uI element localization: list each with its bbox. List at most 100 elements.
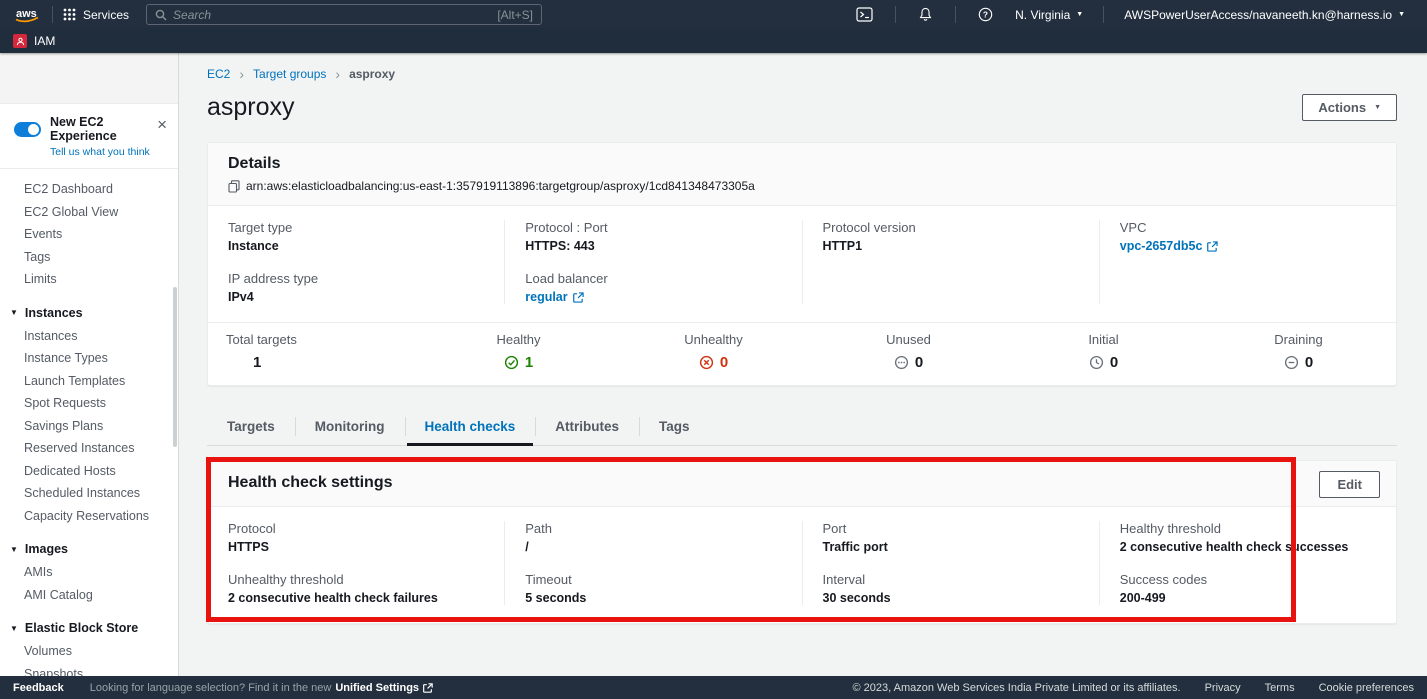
unified-settings-link[interactable]: Unified Settings (335, 682, 433, 694)
section-label: Instances (25, 306, 83, 320)
field-label: Target type (228, 220, 484, 235)
iam-shortcut-link[interactable]: IAM (34, 34, 55, 48)
cookie-preferences-link[interactable]: Cookie preferences (1319, 682, 1414, 694)
search-input[interactable] (173, 8, 491, 22)
sidebar-item[interactable]: Savings Plans (0, 415, 178, 438)
tell-us-link[interactable]: Tell us what you think (50, 146, 166, 158)
stat-unhealthy: Unhealthy 0 (616, 332, 811, 371)
sidebar-item[interactable]: EC2 Global View (0, 201, 178, 224)
tab-bar: Targets Monitoring Health checks Attribu… (207, 410, 1397, 446)
sidebar-spacer (0, 53, 178, 103)
minus-circle-icon (1284, 355, 1299, 370)
account-menu[interactable]: AWSPowerUserAccess/navaneeth.kn@harness.… (1114, 8, 1415, 22)
protocol-port-value: HTTPS: 443 (525, 239, 781, 253)
sidebar-item[interactable]: Instances (0, 325, 178, 348)
edit-button[interactable]: Edit (1319, 471, 1380, 498)
x-circle-icon (699, 355, 714, 370)
services-menu-button[interactable]: Services (63, 8, 129, 22)
feedback-button[interactable]: Feedback (13, 682, 64, 694)
details-grid: Target type Instance IP address type IPv… (208, 206, 1396, 322)
load-balancer-link[interactable]: regular (525, 290, 583, 304)
health-check-settings-card: Health check settings Edit Protocol HTTP… (207, 460, 1397, 624)
field-label: Unhealthy threshold (228, 572, 484, 587)
sidebar-item[interactable]: Instance Types (0, 347, 178, 370)
hc-path-value: / (525, 540, 781, 554)
services-label: Services (83, 8, 129, 22)
hc-healthy-threshold-value: 2 consecutive health check successes (1120, 540, 1376, 554)
breadcrumb-separator-icon: › (239, 67, 244, 81)
aws-console-page: aws Services [Alt+S] (0, 0, 1427, 699)
main-content: EC2 › Target groups › asproxy asproxy Ac… (179, 53, 1427, 676)
tab-attributes[interactable]: Attributes (535, 410, 639, 445)
hc-unhealthy-threshold-value: 2 consecutive health check failures (228, 591, 484, 605)
breadcrumb-target-groups[interactable]: Target groups (253, 67, 326, 81)
copyright-text: © 2023, Amazon Web Services India Privat… (853, 682, 1181, 694)
sidebar-item[interactable]: EC2 Dashboard (0, 178, 178, 201)
page-header: asproxy Actions ▼ (207, 93, 1397, 122)
tab-monitoring[interactable]: Monitoring (295, 410, 405, 445)
clock-icon (1089, 355, 1104, 370)
cloudshell-button[interactable] (844, 7, 885, 22)
field-label: Protocol version (823, 220, 1079, 235)
sidebar-item[interactable]: Scheduled Instances (0, 482, 178, 505)
help-button[interactable]: ? (966, 7, 1005, 22)
sidebar-item[interactable]: Spot Requests (0, 392, 178, 415)
new-experience-toggle[interactable] (14, 122, 41, 137)
sidebar-scrollbar[interactable] (173, 287, 177, 447)
external-link-icon (423, 683, 433, 693)
divider (895, 6, 896, 23)
sidebar-section-header[interactable]: ▼ Images (0, 537, 178, 561)
close-icon[interactable]: × (157, 116, 167, 133)
terms-link[interactable]: Terms (1265, 682, 1295, 694)
details-card: Details arn:aws:elasticloadbalancing:us-… (207, 142, 1397, 386)
region-selector[interactable]: N. Virginia ▼ (1005, 8, 1093, 22)
tab-targets[interactable]: Targets (207, 410, 295, 445)
sidebar-section-header[interactable]: ▼ Instances (0, 301, 178, 325)
sidebar-item[interactable]: Volumes (0, 640, 178, 663)
breadcrumb-current: asproxy (349, 67, 395, 81)
divider (52, 6, 53, 23)
svg-text:?: ? (983, 9, 988, 19)
section-label: Images (25, 542, 68, 556)
aws-logo[interactable]: aws (12, 5, 42, 24)
external-link-icon (1207, 241, 1218, 252)
sidebar-item[interactable]: Launch Templates (0, 370, 178, 393)
region-label: N. Virginia (1015, 8, 1070, 22)
sidebar-item[interactable]: Events (0, 223, 178, 246)
sidebar-item[interactable]: Reserved Instances (0, 437, 178, 460)
sidebar-section-header[interactable]: ▼ Elastic Block Store (0, 616, 178, 640)
sidebar-item[interactable]: Limits (0, 268, 178, 291)
sidebar-item[interactable]: Tags (0, 246, 178, 269)
vpc-link[interactable]: vpc-2657db5c (1120, 239, 1219, 253)
hc-success-codes-value: 200-499 (1120, 591, 1376, 605)
sidebar-section-images: ▼ Images AMIs AMI Catalog (0, 537, 178, 606)
privacy-link[interactable]: Privacy (1205, 682, 1241, 694)
search-shortcut-hint: [Alt+S] (497, 8, 533, 22)
global-search[interactable]: [Alt+S] (146, 4, 542, 25)
sidebar-item[interactable]: Snapshots (0, 663, 178, 677)
new-experience-label: New EC2 Experience (50, 115, 166, 143)
copy-icon[interactable] (228, 180, 240, 193)
stat-healthy: Healthy 1 (421, 332, 616, 371)
sidebar-item[interactable]: AMIs (0, 561, 178, 584)
actions-button[interactable]: Actions ▼ (1302, 94, 1397, 121)
iam-service-icon (13, 34, 27, 48)
ip-address-type-value: IPv4 (228, 290, 484, 304)
sidebar-section-ebs: ▼ Elastic Block Store Volumes Snapshots (0, 616, 178, 676)
grid-icon (63, 8, 76, 21)
details-card-header: Details arn:aws:elasticloadbalancing:us-… (208, 143, 1396, 206)
sidebar-item[interactable]: Capacity Reservations (0, 505, 178, 528)
field-label: Success codes (1120, 572, 1376, 587)
notifications-bell-button[interactable] (906, 7, 945, 22)
field-label: Timeout (525, 572, 781, 587)
breadcrumb-ec2[interactable]: EC2 (207, 67, 230, 81)
tab-tags[interactable]: Tags (639, 410, 710, 445)
check-circle-icon (504, 355, 519, 370)
search-icon (155, 9, 167, 21)
stat-initial: Initial 0 (1006, 332, 1201, 371)
health-check-card-header: Health check settings (208, 461, 1396, 507)
sidebar-item[interactable]: Dedicated Hosts (0, 460, 178, 483)
sidebar-item[interactable]: AMI Catalog (0, 584, 178, 607)
divider (1103, 6, 1104, 23)
tab-health-checks[interactable]: Health checks (405, 410, 536, 445)
